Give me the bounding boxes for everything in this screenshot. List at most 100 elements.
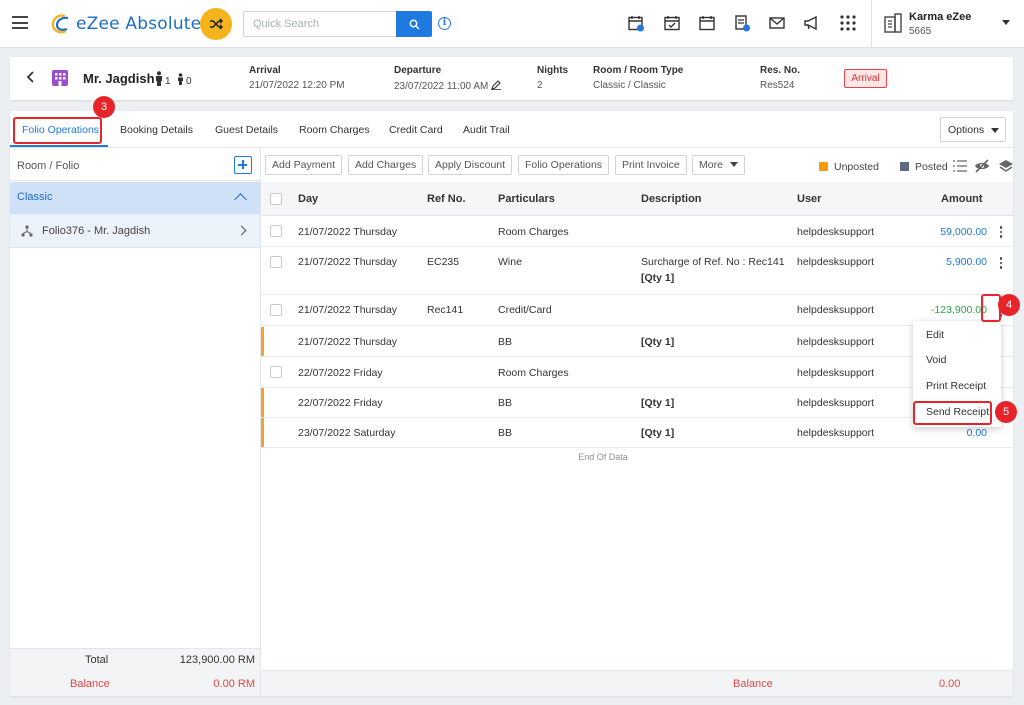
folio-panel: Folio Operations Booking Details Guest D… (10, 111, 1013, 696)
table-row[interactable]: 22/07/2022 Friday BB [Qty 1] helpdesksup… (261, 388, 1013, 418)
posted-legend-swatch (900, 162, 909, 171)
row-checkbox[interactable] (270, 366, 282, 378)
row-day: 21/07/2022 Thursday (298, 256, 398, 268)
table-header: Day Ref No. Particulars Description User… (261, 182, 1013, 216)
row-particulars: BB (498, 397, 513, 409)
info-icon[interactable]: i (438, 17, 451, 30)
tab-guest-details[interactable]: Guest Details (215, 124, 278, 136)
top-navbar: eZee Absolute i (0, 0, 1024, 48)
more-button[interactable]: More (692, 155, 745, 175)
more-vertical-icon[interactable] (999, 226, 1003, 239)
print-invoice-button[interactable]: Print Invoice (615, 155, 687, 175)
folio-item[interactable]: Folio376 - Mr. Jagdish (10, 214, 260, 248)
row-particulars: Wine (498, 256, 522, 268)
hamburger-menu-icon[interactable] (12, 16, 28, 29)
posted-legend-label: Posted (915, 161, 948, 173)
tab-folio-operations[interactable]: Folio Operations (22, 124, 99, 136)
balance-label: Balance (70, 678, 110, 690)
calendar-add-icon[interactable] (627, 14, 645, 32)
apply-discount-button[interactable]: Apply Discount (428, 155, 513, 175)
mail-icon[interactable] (768, 14, 786, 32)
col-ref-no: Ref No. (427, 193, 466, 205)
row-particulars: BB (498, 427, 513, 439)
unposted-indicator (261, 418, 264, 447)
tab-audit-trail[interactable]: Audit Trail (463, 124, 510, 136)
room-type-value: Classic / Classic (593, 80, 666, 91)
row-day: 21/07/2022 Thursday (298, 336, 398, 348)
tab-credit-card[interactable]: Credit Card (389, 124, 443, 136)
more-vertical-icon[interactable] (999, 257, 1003, 270)
row-checkbox[interactable] (270, 304, 282, 316)
quick-search-input[interactable] (243, 11, 397, 37)
property-name[interactable]: Karma eZee (909, 11, 971, 23)
row-ref-no: Rec141 (427, 304, 464, 316)
shuffle-button[interactable] (200, 8, 232, 40)
step4-badge: 4 (998, 294, 1020, 316)
row-checkbox[interactable] (270, 256, 282, 268)
add-folio-icon[interactable] (234, 156, 252, 174)
footer-balance-label: Balance (733, 678, 773, 690)
caret-down-icon (729, 162, 738, 167)
unposted-indicator (261, 388, 264, 417)
room-folio-title: Room / Folio (17, 160, 80, 172)
menu-item-void[interactable]: Void (913, 348, 1001, 372)
table-row[interactable]: 21/07/2022 Thursday EC235 Wine Surcharge… (261, 248, 1013, 295)
res-no-value: Res524 (760, 80, 795, 91)
row-qty: [Qty 1] (641, 272, 675, 284)
adult-count: 1 (165, 76, 171, 87)
res-no-label: Res. No. (760, 65, 801, 76)
row-day: 22/07/2022 Friday (298, 367, 383, 379)
options-dropdown[interactable]: Options (940, 117, 1006, 142)
menu-item-print-receipt[interactable]: Print Receipt (913, 374, 1001, 398)
room-group-classic[interactable]: Classic (10, 182, 260, 214)
menu-item-send-receipt[interactable]: Send Receipt (913, 400, 1001, 424)
more-label: More (699, 159, 723, 171)
adult-icon (156, 71, 162, 86)
hide-icon[interactable] (974, 159, 990, 173)
calendar-icon[interactable] (698, 14, 716, 32)
tab-room-charges[interactable]: Room Charges (299, 124, 370, 136)
row-user: helpdesksupport (797, 367, 875, 379)
row-particulars: Credit/Card (498, 304, 552, 316)
row-particulars: Room Charges (498, 226, 569, 238)
calendar-check-icon[interactable] (663, 14, 681, 32)
app-logo[interactable]: eZee Absolute (50, 10, 201, 38)
status-badge: Arrival (844, 69, 887, 88)
room-group-label: Classic (17, 191, 53, 203)
tab-booking-details[interactable]: Booking Details (120, 124, 193, 136)
row-checkbox[interactable] (270, 225, 282, 237)
departure-label: Departure (394, 65, 442, 76)
table-row[interactable]: 21/07/2022 Thursday Rec141 Credit/Card h… (261, 296, 1013, 326)
table-row[interactable]: 23/07/2022 Saturday BB [Qty 1] helpdesks… (261, 418, 1013, 448)
apps-grid-icon[interactable] (839, 14, 857, 32)
row-user: helpdesksupport (797, 304, 875, 316)
property-code: 5665 (909, 26, 932, 37)
back-arrow-icon[interactable] (24, 70, 38, 84)
row-amount: 0.00 (966, 427, 987, 439)
row-amount: -123,900.00 (930, 304, 987, 316)
col-description: Description (641, 193, 702, 205)
table-row[interactable]: 21/07/2022 Thursday BB [Qty 1] helpdesks… (261, 327, 1013, 357)
layers-icon[interactable] (998, 159, 1014, 173)
booking-header: Mr. Jagdish 1 0 Arrival 21/07/2022 12:20… (10, 57, 1013, 100)
list-view-icon[interactable] (952, 159, 968, 173)
select-all-checkbox[interactable] (270, 193, 282, 205)
building-icon (884, 13, 902, 33)
search-icon (409, 19, 420, 30)
add-charges-button[interactable]: Add Charges (348, 155, 424, 175)
row-user: helpdesksupport (797, 397, 875, 409)
property-dropdown-caret-icon[interactable] (1002, 20, 1010, 25)
col-user: User (797, 193, 822, 205)
table-row[interactable]: 22/07/2022 Friday Room Charges helpdesks… (261, 358, 1013, 388)
row-qty: [Qty 1] (641, 336, 675, 348)
menu-item-edit[interactable]: Edit (913, 323, 1001, 347)
table-row[interactable]: 21/07/2022 Thursday Room Charges helpdes… (261, 217, 1013, 247)
add-payment-button[interactable]: Add Payment (265, 155, 343, 175)
child-icon (178, 73, 183, 85)
edit-pencil-icon[interactable] (491, 80, 502, 90)
tab-bar: Folio Operations Booking Details Guest D… (10, 111, 1013, 148)
invoice-icon[interactable] (733, 14, 751, 32)
search-button[interactable] (396, 11, 432, 37)
folio-operations-button[interactable]: Folio Operations (518, 155, 610, 175)
megaphone-icon[interactable] (802, 14, 820, 32)
